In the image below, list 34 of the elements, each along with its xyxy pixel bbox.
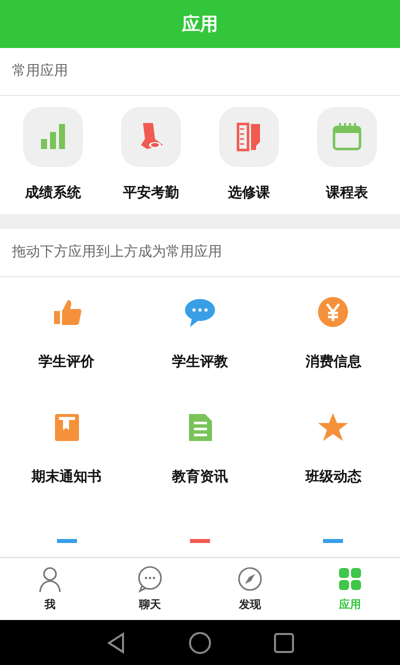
app-label: 消费信息 <box>305 353 362 372</box>
app-tile[interactable]: 班级动态 <box>266 392 400 507</box>
app-label: 选修课 <box>228 184 270 202</box>
app-button[interactable] <box>23 106 83 166</box>
app-button[interactable] <box>121 106 181 166</box>
tab[interactable]: 发现 <box>210 564 290 614</box>
app-tile[interactable]: 期末通知书 <box>0 392 134 507</box>
app-button[interactable] <box>317 106 377 166</box>
app-tile[interactable]: 教育资讯 <box>133 392 267 507</box>
app-label: 学生评价 <box>38 353 95 372</box>
compass-icon <box>236 564 264 593</box>
tab[interactable]: 聊天 <box>110 564 190 614</box>
yen-coin-icon <box>317 296 350 328</box>
app-label: 班级动态 <box>305 468 362 487</box>
app-tile[interactable]: 消费信息 <box>266 277 400 392</box>
app-tile[interactable]: 学生评教 <box>133 277 267 392</box>
app-tile[interactable]: 学生评价 <box>0 277 134 392</box>
recents-icon[interactable] <box>272 630 296 654</box>
app-label: 教育资讯 <box>172 468 228 487</box>
header-title: 应用 <box>0 0 400 48</box>
app-label: 学生评教 <box>172 353 228 372</box>
chat-icon <box>136 564 164 593</box>
tab[interactable]: 我 <box>10 564 90 614</box>
hint-text: 拖动下方应用到上方成为常用应用 <box>12 243 222 262</box>
star-icon <box>317 411 350 443</box>
section-label: 常用应用 <box>12 62 68 81</box>
person-icon <box>36 564 64 593</box>
app-label: 课程表 <box>326 184 368 202</box>
app-label: 平安考勤 <box>123 184 179 202</box>
app-label: 期末通知书 <box>32 468 102 487</box>
home-icon[interactable] <box>188 630 212 654</box>
app-label: 成绩系统 <box>25 184 81 202</box>
app-button[interactable] <box>219 106 279 166</box>
chat-bubble-icon <box>184 296 216 328</box>
